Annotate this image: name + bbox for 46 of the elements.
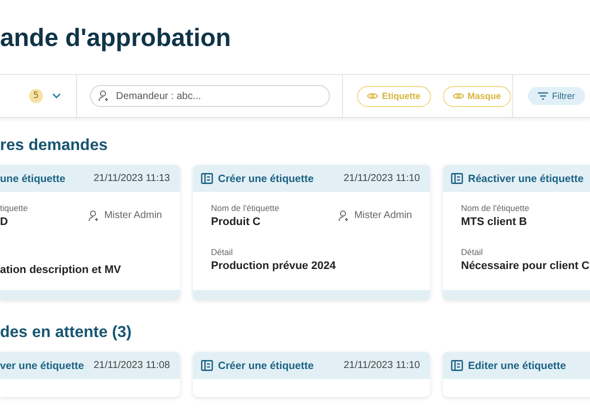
section-title: des en attente (3) xyxy=(0,324,132,342)
eye-icon xyxy=(367,92,378,100)
request-card[interactable]: ver une étiquette 21/11/2023 11:08 xyxy=(0,352,180,397)
user-icon xyxy=(88,210,100,222)
card-title: Créer une étiquette xyxy=(218,360,314,372)
card-title: ver une étiquette xyxy=(0,360,84,372)
card-date: 21/11/2023 11:10 xyxy=(344,360,420,371)
filter-button[interactable]: Filtrer xyxy=(528,87,585,105)
card-date: 21/11/2023 11:10 xyxy=(344,173,420,184)
search-field[interactable]: Demandeur : abc... xyxy=(90,85,330,107)
field-value: Nécessaire pour client C xyxy=(461,260,590,272)
request-card[interactable]: Editer une étiquette xyxy=(443,352,590,397)
page-title: ande d'approbation xyxy=(0,24,231,52)
user-icon xyxy=(338,210,350,222)
field-value: MTS client B xyxy=(461,216,528,228)
request-card[interactable]: Créer une étiquette 21/11/2023 11:10 xyxy=(193,352,430,397)
field-label: Nom de l'étiquette xyxy=(211,203,280,213)
form-icon xyxy=(201,360,213,371)
field-label: tiquette xyxy=(0,203,29,213)
field-label: Détail xyxy=(461,247,484,257)
request-card[interactable]: une étiquette 21/11/2023 11:13 tiquette Mister Admin D ation description et MV xyxy=(0,165,180,300)
field-value: Production prévue 2024 xyxy=(211,260,337,272)
section-title: res demandes xyxy=(0,137,108,155)
field-label: Détail xyxy=(211,247,234,257)
field-value: Produit C xyxy=(211,216,260,228)
field-label: Nom de l'étiquette xyxy=(461,203,530,213)
user-icon xyxy=(98,90,110,102)
request-card[interactable]: Créer une étiquette 21/11/2023 11:10 Nom de l'étiquette Mister Admin Produit C Détail Production prévue 2024 xyxy=(193,165,430,300)
filter-icon xyxy=(538,92,548,100)
card-date: 21/11/2023 11:13 xyxy=(94,173,170,184)
card-title: Réactiver une étiquette xyxy=(468,172,584,184)
field-value: ation description et MV xyxy=(0,264,122,276)
card-title: Editer une étiquette xyxy=(468,360,566,372)
requester-name: Mister Admin xyxy=(104,210,162,221)
card-title: une étiquette xyxy=(0,172,66,184)
requester-name: Mister Admin xyxy=(354,210,412,221)
count-badge: 5 xyxy=(29,89,43,103)
card-title: Créer une étiquette xyxy=(218,172,314,184)
field-value: D xyxy=(0,216,8,228)
card-date: 21/11/2023 11:08 xyxy=(94,360,170,371)
form-icon xyxy=(451,173,463,184)
eye-icon xyxy=(452,92,464,100)
form-icon xyxy=(451,360,463,371)
chevron-down-icon[interactable] xyxy=(52,93,61,99)
request-card[interactable]: Réactiver une étiquette Nom de l'étiquette MTS client B Détail Nécessaire pour client C xyxy=(443,165,590,300)
form-icon xyxy=(201,173,213,184)
